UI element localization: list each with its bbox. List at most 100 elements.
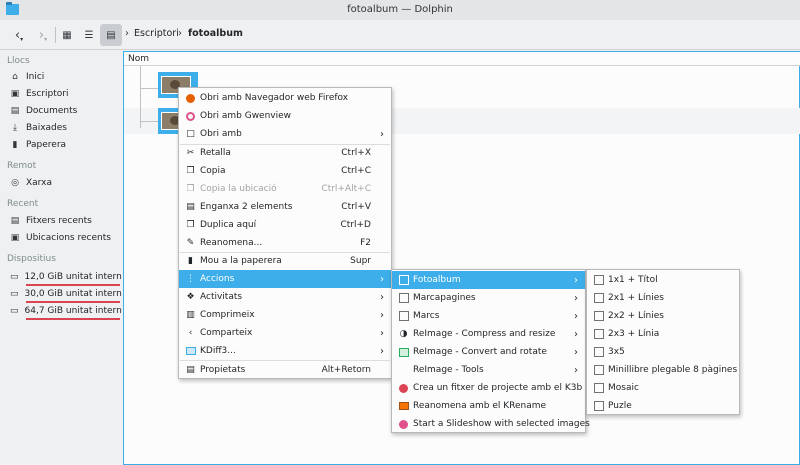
checkbox-icon	[398, 275, 409, 286]
checkbox-icon	[593, 365, 604, 376]
properties-icon: ▤	[186, 365, 195, 375]
tree-line	[140, 88, 158, 89]
toolbar: ‹ ▾ › ▾ ▦ ☰ ▤ › Escriptori › fotoalbum	[0, 20, 800, 50]
menu-item-marcapagines[interactable]: Marcapagines ›	[392, 289, 585, 307]
slideshow-icon	[398, 419, 409, 430]
details-view-icon[interactable]: ▤	[100, 24, 122, 46]
reimage-compress-icon: ◑	[399, 329, 408, 339]
rename-icon: ✎	[186, 238, 195, 248]
sidebar-item-network[interactable]: ◎ Xarxa	[10, 175, 122, 191]
fotoalbum-submenu: 1x1 + Títol 2x1 + Línies 2x2 + Línies 2x…	[586, 269, 740, 415]
sidebar-item-documents[interactable]: ▤ Documents	[10, 103, 122, 119]
menu-item-rename[interactable]: ✎ Reanomena... F2	[179, 234, 391, 252]
sidebar-item-drive[interactable]: ▭ 64,7 GiB unitat interna (sda3)	[10, 303, 122, 319]
reimage-convert-icon	[398, 347, 409, 358]
menu-item-label: Mou a la paperera	[200, 256, 282, 266]
menu-shortcut: Ctrl+X	[341, 148, 371, 158]
menu-item-reimage-convert[interactable]: ReImage - Convert and rotate ›	[392, 343, 585, 361]
menu-item-label: Reanomena amb el KRename	[413, 401, 547, 411]
share-icon: ‹	[188, 328, 193, 338]
breadcrumb-root-arrow-icon[interactable]: ›	[125, 28, 129, 39]
menu-item-label: Marcapagines	[413, 293, 476, 303]
menu-item-paste[interactable]: ▤ Enganxa 2 elements Ctrl+V	[179, 198, 391, 216]
downloads-icon: ⤓	[13, 123, 17, 133]
breadcrumb-item[interactable]: Escriptori	[134, 28, 179, 39]
menu-item-label: Crea un fitxer de projecte amb el K3b	[413, 383, 583, 393]
sidebar-item-label: Documents	[26, 106, 78, 116]
gwenview-icon	[185, 111, 196, 122]
menu-item-open-firefox[interactable]: Obri amb Navegador web Firefox	[179, 89, 391, 107]
icons-view-icon[interactable]: ▦	[56, 24, 78, 46]
menu-item-krename[interactable]: Reanomena amb el KRename	[392, 397, 585, 415]
sidebar-item-home[interactable]: ⌂ Inici	[10, 69, 122, 85]
menu-item-open-gwenview[interactable]: Obri amb Gwenview	[179, 107, 391, 125]
menu-item-open-with[interactable]: □ Obri amb ›	[179, 125, 391, 143]
recent-locations-icon: ▣	[10, 233, 20, 243]
menu-item-compress[interactable]: ▥ Comprimeix ›	[179, 306, 391, 324]
menu-item-2x3-line[interactable]: 2x3 + Línia	[587, 325, 739, 343]
menu-item-move-to-trash[interactable]: ▮ Mou a la paperera Supr	[179, 252, 391, 270]
breadcrumb-current[interactable]: fotoalbum	[188, 28, 243, 39]
checkbox-icon	[593, 383, 604, 394]
menu-item-label: ReImage - Tools	[413, 365, 484, 375]
menu-item-duplicate[interactable]: ❐ Duplica aquí Ctrl+D	[179, 216, 391, 234]
menu-item-label: 3x5	[608, 347, 625, 357]
menu-item-kdiff3[interactable]: KDiff3... ›	[179, 342, 391, 360]
sidebar-item-drive[interactable]: ▭ 30,0 GiB unitat interna (sda2)	[10, 286, 122, 302]
menu-item-1x1-title[interactable]: 1x1 + Títol	[587, 271, 739, 289]
menu-item-label: Minillibre plegable 8 pàgines	[608, 365, 738, 375]
sidebar-item-desktop[interactable]: ▣ Escriptori	[10, 86, 122, 102]
menu-item-label: ReImage - Convert and rotate	[413, 347, 547, 357]
firefox-icon	[185, 93, 196, 104]
menu-item-label: 2x3 + Línia	[608, 329, 660, 339]
compact-view-icon[interactable]: ☰	[78, 24, 100, 46]
menu-item-reimage-tools[interactable]: ReImage - Tools ›	[392, 361, 585, 379]
menu-item-label: Puzle	[608, 401, 632, 411]
menu-item-cut[interactable]: ✂ Retalla Ctrl+X	[179, 144, 391, 162]
menu-item-2x1-lines[interactable]: 2x1 + Línies	[587, 289, 739, 307]
breadcrumb-separator-icon[interactable]: ›	[178, 28, 182, 39]
menu-item-copy-location[interactable]: ❐ Copia la ubicació Ctrl+Alt+C	[179, 180, 391, 198]
sidebar-item-trash[interactable]: ▮ Paperera	[10, 137, 122, 153]
menu-shortcut: F2	[360, 238, 371, 248]
chevron-right-icon: ›	[574, 346, 578, 358]
sidebar-item-recent-locations[interactable]: ▣ Ubicacions recents	[10, 230, 122, 246]
forward-arrow-icon[interactable]: › ▾	[32, 24, 54, 46]
sidebar-item-downloads[interactable]: ⤓ Baixades	[10, 120, 122, 136]
checkbox-icon	[593, 275, 604, 286]
menu-item-slideshow[interactable]: Start a Slideshow with selected images	[392, 415, 590, 433]
menu-item-fotoalbum[interactable]: Fotoalbum ›	[392, 271, 585, 289]
menu-item-marcs[interactable]: Marcs ›	[392, 307, 585, 325]
menu-item-label: Obri amb	[200, 129, 242, 139]
menu-item-mosaic[interactable]: Mosaic	[587, 379, 739, 397]
disk-usage-bar	[26, 318, 120, 320]
back-arrow-icon[interactable]: ‹ ▾	[8, 24, 30, 46]
menu-item-share[interactable]: ‹ Comparteix ›	[179, 324, 391, 342]
menu-item-actions[interactable]: ⋮ Accions ›	[179, 270, 391, 288]
copy-location-icon: ❐	[186, 184, 195, 194]
menu-shortcut: Alt+Retorn	[321, 365, 371, 375]
menu-item-label: Start a Slideshow with selected images	[413, 419, 590, 429]
home-icon: ⌂	[12, 72, 18, 82]
duplicate-icon: ❐	[186, 220, 195, 230]
menu-item-label: Propietats	[200, 365, 246, 375]
checkbox-icon	[593, 347, 604, 358]
sidebar-item-drive[interactable]: ▭ 12,0 GiB unitat interna (sda1)	[10, 269, 122, 285]
menu-shortcut: Ctrl+C	[341, 166, 371, 176]
menu-item-label: 2x2 + Línies	[608, 311, 664, 321]
menu-item-puzzle[interactable]: Puzle	[587, 397, 739, 415]
menu-item-label: Obri amb Gwenview	[200, 111, 292, 121]
menu-item-2x2-lines[interactable]: 2x2 + Línies	[587, 307, 739, 325]
menu-item-reimage-compress[interactable]: ◑ ReImage - Compress and resize ›	[392, 325, 585, 343]
sidebar-item-recent-files[interactable]: ▤ Fitxers recents	[10, 213, 122, 229]
menu-item-label: Fotoalbum	[413, 275, 461, 285]
menu-item-3x5[interactable]: 3x5	[587, 343, 739, 361]
menu-item-k3b-project[interactable]: Crea un fitxer de projecte amb el K3b	[392, 379, 585, 397]
column-header-name[interactable]: Nom	[124, 52, 800, 66]
menu-item-minibook[interactable]: Minillibre plegable 8 pàgines	[587, 361, 739, 379]
recent-files-icon: ▤	[10, 216, 20, 226]
menu-item-copy[interactable]: ❐ Copia Ctrl+C	[179, 162, 391, 180]
menu-item-activities[interactable]: ❖ Activitats ›	[179, 288, 391, 306]
documents-icon: ▤	[10, 106, 20, 116]
menu-item-properties[interactable]: ▤ Propietats Alt+Retorn	[179, 361, 391, 379]
